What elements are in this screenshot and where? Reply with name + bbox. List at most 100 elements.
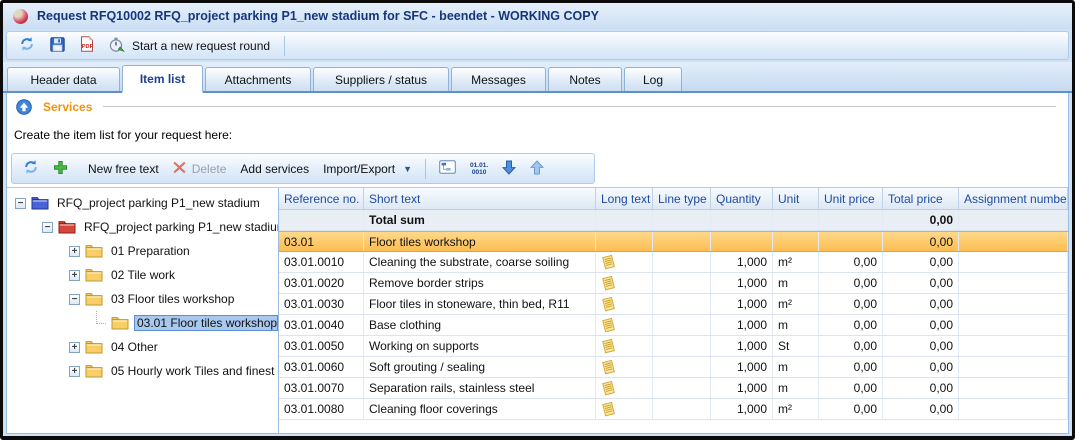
- long-text-icon[interactable]: [601, 317, 616, 333]
- column-header-total-price[interactable]: Total price: [883, 188, 959, 209]
- table-header: Reference no.Short textLong textLine typ…: [279, 188, 1068, 210]
- column-header-quantity[interactable]: Quantity: [711, 188, 773, 209]
- plus-expander-icon[interactable]: +: [69, 366, 80, 377]
- long-text-icon[interactable]: [601, 296, 616, 312]
- tab-header-data[interactable]: Header data: [7, 67, 120, 91]
- delete-button[interactable]: Delete: [170, 159, 230, 179]
- cell-line_type: [653, 232, 711, 251]
- column-header-long-text[interactable]: Long text: [596, 188, 653, 209]
- add-services-button[interactable]: Add services: [237, 160, 312, 178]
- tree-node-03-floor-tiles-workshop[interactable]: − 03 Floor tiles workshop: [7, 287, 278, 311]
- cell-line_type: [653, 378, 711, 398]
- cell-unit: m²: [773, 294, 819, 314]
- tree-node-03-01-floor-tiles-workshop[interactable]: 03.01 Floor tiles workshop: [7, 311, 278, 335]
- tree-node-rfq-project-parking-p1-new-stadium[interactable]: − RFQ_project parking P1_new stadium: [7, 215, 278, 239]
- structure-view-button[interactable]: [436, 158, 459, 179]
- table-row[interactable]: 03.01.0010Cleaning the substrate, coarse…: [279, 252, 1068, 273]
- cell-unit_price: [819, 210, 883, 230]
- cell-short_text: Working on supports: [364, 336, 596, 356]
- tree-node-02-tile-work[interactable]: +02 Tile work: [7, 263, 278, 287]
- cell-line_type: [653, 294, 711, 314]
- table-row[interactable]: 03.01.0040Base clothing1,000m0,000,00: [279, 315, 1068, 336]
- tree-node-label[interactable]: 03 Floor tiles workshop: [108, 291, 237, 307]
- title-bar[interactable]: Request RFQ10002 RFQ_project parking P1_…: [3, 3, 1072, 29]
- long-text-icon[interactable]: [601, 380, 616, 396]
- move-up-button[interactable]: [527, 158, 547, 180]
- cell-total_price: 0,00: [883, 273, 959, 293]
- table-row[interactable]: 03.01.0050Working on supports1,000St0,00…: [279, 336, 1068, 357]
- cell-unit_price: 0,00: [819, 378, 883, 398]
- cell-assignment_number: [959, 294, 1068, 314]
- tab-messages[interactable]: Messages: [451, 67, 546, 91]
- column-header-unit[interactable]: Unit: [773, 188, 819, 209]
- column-header-short-text[interactable]: Short text: [364, 188, 596, 209]
- tab-attachments[interactable]: Attachments: [205, 67, 311, 91]
- folder-icon-yellow: [85, 292, 103, 306]
- tree-node-label[interactable]: RFQ_project parking P1_new stadium: [54, 195, 263, 211]
- plus-expander-icon[interactable]: +: [69, 270, 80, 281]
- column-header-assignment-number[interactable]: Assignment number: [959, 188, 1068, 209]
- minus-expander-icon[interactable]: −: [15, 198, 26, 209]
- tree-node-label[interactable]: 03.01 Floor tiles workshop: [134, 315, 278, 331]
- tree-node-label[interactable]: RFQ_project parking P1_new stadium: [81, 219, 278, 235]
- move-down-button[interactable]: [499, 158, 519, 180]
- cell-total_price: 0,00: [883, 294, 959, 314]
- cell-line_type: [653, 315, 711, 335]
- tree-node-label[interactable]: 01 Preparation: [108, 243, 193, 259]
- renumber-button[interactable]: 01.01. 0010: [467, 160, 491, 178]
- tree-node-05-hourly-work-tiles-and-finest[interactable]: +05 Hourly work Tiles and finest: [7, 359, 278, 383]
- collapse-section-icon[interactable]: [16, 99, 32, 115]
- plus-expander-icon[interactable]: +: [69, 342, 80, 353]
- cell-long_text: [596, 378, 653, 398]
- tab-notes[interactable]: Notes: [548, 67, 622, 91]
- tree-node-rfq-project-parking-p1-new-stadium[interactable]: − RFQ_project parking P1_new stadium: [7, 191, 278, 215]
- plus-expander-icon[interactable]: +: [69, 246, 80, 257]
- tree-node-label[interactable]: 05 Hourly work Tiles and finest: [108, 363, 277, 379]
- tab-label: Item list: [140, 72, 185, 86]
- cell-long_text: [596, 273, 653, 293]
- table-row-group-selected[interactable]: 03.01Floor tiles workshop0,00: [279, 231, 1068, 252]
- tab-log[interactable]: Log: [624, 67, 682, 91]
- cell-unit_price: 0,00: [819, 315, 883, 335]
- toolbar-separator: [425, 159, 426, 179]
- cell-total_price: 0,00: [883, 232, 959, 251]
- long-text-icon[interactable]: [601, 359, 616, 375]
- cell-quantity: 1,000: [711, 273, 773, 293]
- tree-node-04-other[interactable]: +04 Other: [7, 335, 278, 359]
- refresh-list-button[interactable]: [20, 157, 42, 180]
- long-text-icon[interactable]: [601, 275, 616, 291]
- tree-node-label[interactable]: 02 Tile work: [108, 267, 178, 283]
- cell-unit: m: [773, 357, 819, 377]
- long-text-icon[interactable]: [601, 401, 616, 417]
- refresh-button[interactable]: [16, 34, 38, 57]
- long-text-icon[interactable]: [601, 254, 616, 270]
- cell-assignment_number: [959, 357, 1068, 377]
- minus-expander-icon[interactable]: −: [69, 294, 80, 305]
- save-button[interactable]: [47, 35, 68, 57]
- column-header-unit-price[interactable]: Unit price: [819, 188, 883, 209]
- table-row[interactable]: 03.01.0060Soft grouting / sealing1,000m0…: [279, 357, 1068, 378]
- table-row[interactable]: 03.01.0080Cleaning floor coverings1,000m…: [279, 399, 1068, 420]
- table-row[interactable]: 03.01.0020Remove border strips1,000m0,00…: [279, 273, 1068, 294]
- table-row-total-sum[interactable]: Total sum0,00: [279, 210, 1068, 231]
- long-text-icon[interactable]: [601, 338, 616, 354]
- cell-reference: 03.01: [279, 232, 364, 251]
- table-row[interactable]: 03.01.0070Separation rails, stainless st…: [279, 378, 1068, 399]
- folder-icon-yellow: [111, 316, 129, 330]
- column-header-line-type[interactable]: Line type: [653, 188, 711, 209]
- start-request-round-button[interactable]: Start a new request round: [106, 34, 273, 58]
- minus-expander-icon[interactable]: −: [42, 222, 53, 233]
- svg-text:PDF: PDF: [82, 44, 94, 50]
- cell-reference: 03.01.0030: [279, 294, 364, 314]
- tab-item-list[interactable]: Item list: [122, 65, 203, 93]
- table-row[interactable]: 03.01.0030Floor tiles in stoneware, thin…: [279, 294, 1068, 315]
- column-header-reference-no[interactable]: Reference no.: [279, 188, 364, 209]
- cell-total_price: 0,00: [883, 252, 959, 272]
- tree-node-label[interactable]: 04 Other: [108, 339, 161, 355]
- folder-icon-yellow: [85, 340, 103, 354]
- tree-node-01-preparation[interactable]: +01 Preparation: [7, 239, 278, 263]
- new-free-text-button[interactable]: New free text: [50, 158, 162, 180]
- export-pdf-button[interactable]: PDF: [77, 34, 97, 57]
- import-export-button[interactable]: Import/Export ▼: [320, 160, 415, 178]
- tab-suppliers-status[interactable]: Suppliers / status: [313, 67, 449, 91]
